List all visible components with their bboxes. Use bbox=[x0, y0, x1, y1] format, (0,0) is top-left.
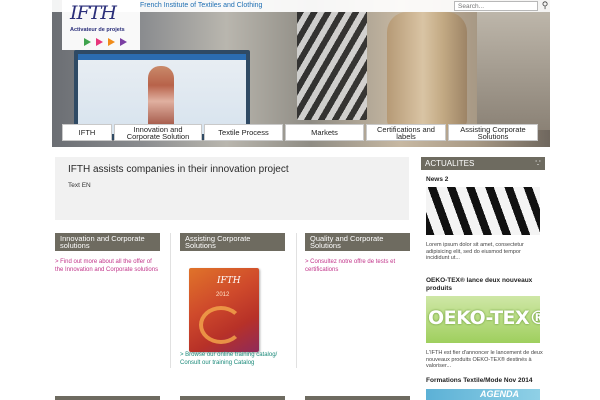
rss-icon[interactable]: ∵ bbox=[533, 158, 543, 168]
page-title: IFTH assists companies in their innovati… bbox=[68, 164, 289, 175]
search-input[interactable] bbox=[454, 1, 538, 11]
training-catalog-link[interactable]: > Browse our online training catalog/ Co… bbox=[180, 352, 290, 367]
logo-triangle-icon bbox=[84, 38, 91, 46]
news-item-image[interactable] bbox=[426, 187, 540, 235]
nav-item-certifications[interactable]: Certifications and labels bbox=[366, 124, 446, 141]
news-item-text: Lorem ipsum dolor sit amet, consectetur … bbox=[426, 242, 524, 261]
news-header: ACTUALITES bbox=[421, 157, 545, 170]
banner-workshop-image bbox=[477, 12, 550, 130]
column-header-assisting: Assisting Corporate Solutions bbox=[180, 233, 285, 251]
innovation-link[interactable]: > Find out more about all the offer of t… bbox=[55, 259, 160, 274]
site-logo[interactable]: IFTH Activateur de projets bbox=[62, 0, 140, 50]
quality-link[interactable]: > Consultez notre offre de tests et cert… bbox=[305, 259, 410, 274]
column-header-quality: Quality and Corporate Solutions bbox=[305, 233, 410, 251]
oeko-tex-label: OEKO-TEX® bbox=[428, 307, 540, 329]
page: French Institute of Textiles and Clothin… bbox=[0, 0, 600, 400]
header-banner: French Institute of Textiles and Clothin… bbox=[52, 0, 550, 147]
training-catalog-image[interactable]: IFTH 2012 bbox=[189, 268, 259, 352]
column-header-next bbox=[55, 396, 160, 400]
agenda-label: AGENDA bbox=[480, 389, 520, 399]
intro-text: Text EN bbox=[68, 182, 91, 189]
site-tagline: French Institute of Textiles and Clothin… bbox=[140, 2, 263, 9]
nav-item-markets[interactable]: Markets bbox=[285, 124, 364, 141]
banner-mannequin-image bbox=[387, 12, 467, 130]
logo-wordmark: IFTH bbox=[70, 2, 117, 24]
news-item-image[interactable]: AGENDA bbox=[426, 389, 540, 400]
news-item-title[interactable]: OEKO-TEX® lance deux nouveaux produits bbox=[426, 277, 544, 293]
column-header-next bbox=[180, 396, 285, 400]
nav-item-assisting-corporate[interactable]: Assisting Corporate Solutions bbox=[448, 124, 538, 141]
news-item-image[interactable]: OEKO-TEX® bbox=[426, 296, 540, 343]
news-item-text: L'IFTH est fier d'annoncer le lancement … bbox=[426, 350, 543, 369]
catalog-year: 2012 bbox=[216, 292, 230, 298]
nav-item-textile-process[interactable]: Textile Process bbox=[204, 124, 283, 141]
banner-clothing-rack-image bbox=[297, 12, 367, 120]
search-icon[interactable]: ⚲ bbox=[540, 0, 550, 11]
logo-triangle-icon bbox=[120, 38, 127, 46]
news-item-title[interactable]: Formations Textile/Mode Nov 2014 bbox=[426, 377, 532, 385]
nav-item-ifth[interactable]: IFTH bbox=[62, 124, 112, 141]
column-divider bbox=[170, 233, 171, 368]
news-item-title[interactable]: News 2 bbox=[426, 176, 448, 184]
column-header-innovation: Innovation and Corporate solutions bbox=[55, 233, 160, 251]
catalog-logo: IFTH bbox=[217, 276, 241, 286]
logo-triangle-icon bbox=[96, 38, 103, 46]
logo-subtitle: Activateur de projets bbox=[70, 27, 125, 33]
catalog-swirl-graphic bbox=[199, 306, 243, 344]
column-header-next bbox=[305, 396, 410, 400]
nav-item-innovation[interactable]: Innovation and Corporate Solution bbox=[114, 124, 202, 141]
logo-triangle-icon bbox=[108, 38, 115, 46]
intro-box: IFTH assists companies in their innovati… bbox=[55, 157, 409, 220]
column-divider bbox=[296, 233, 297, 368]
